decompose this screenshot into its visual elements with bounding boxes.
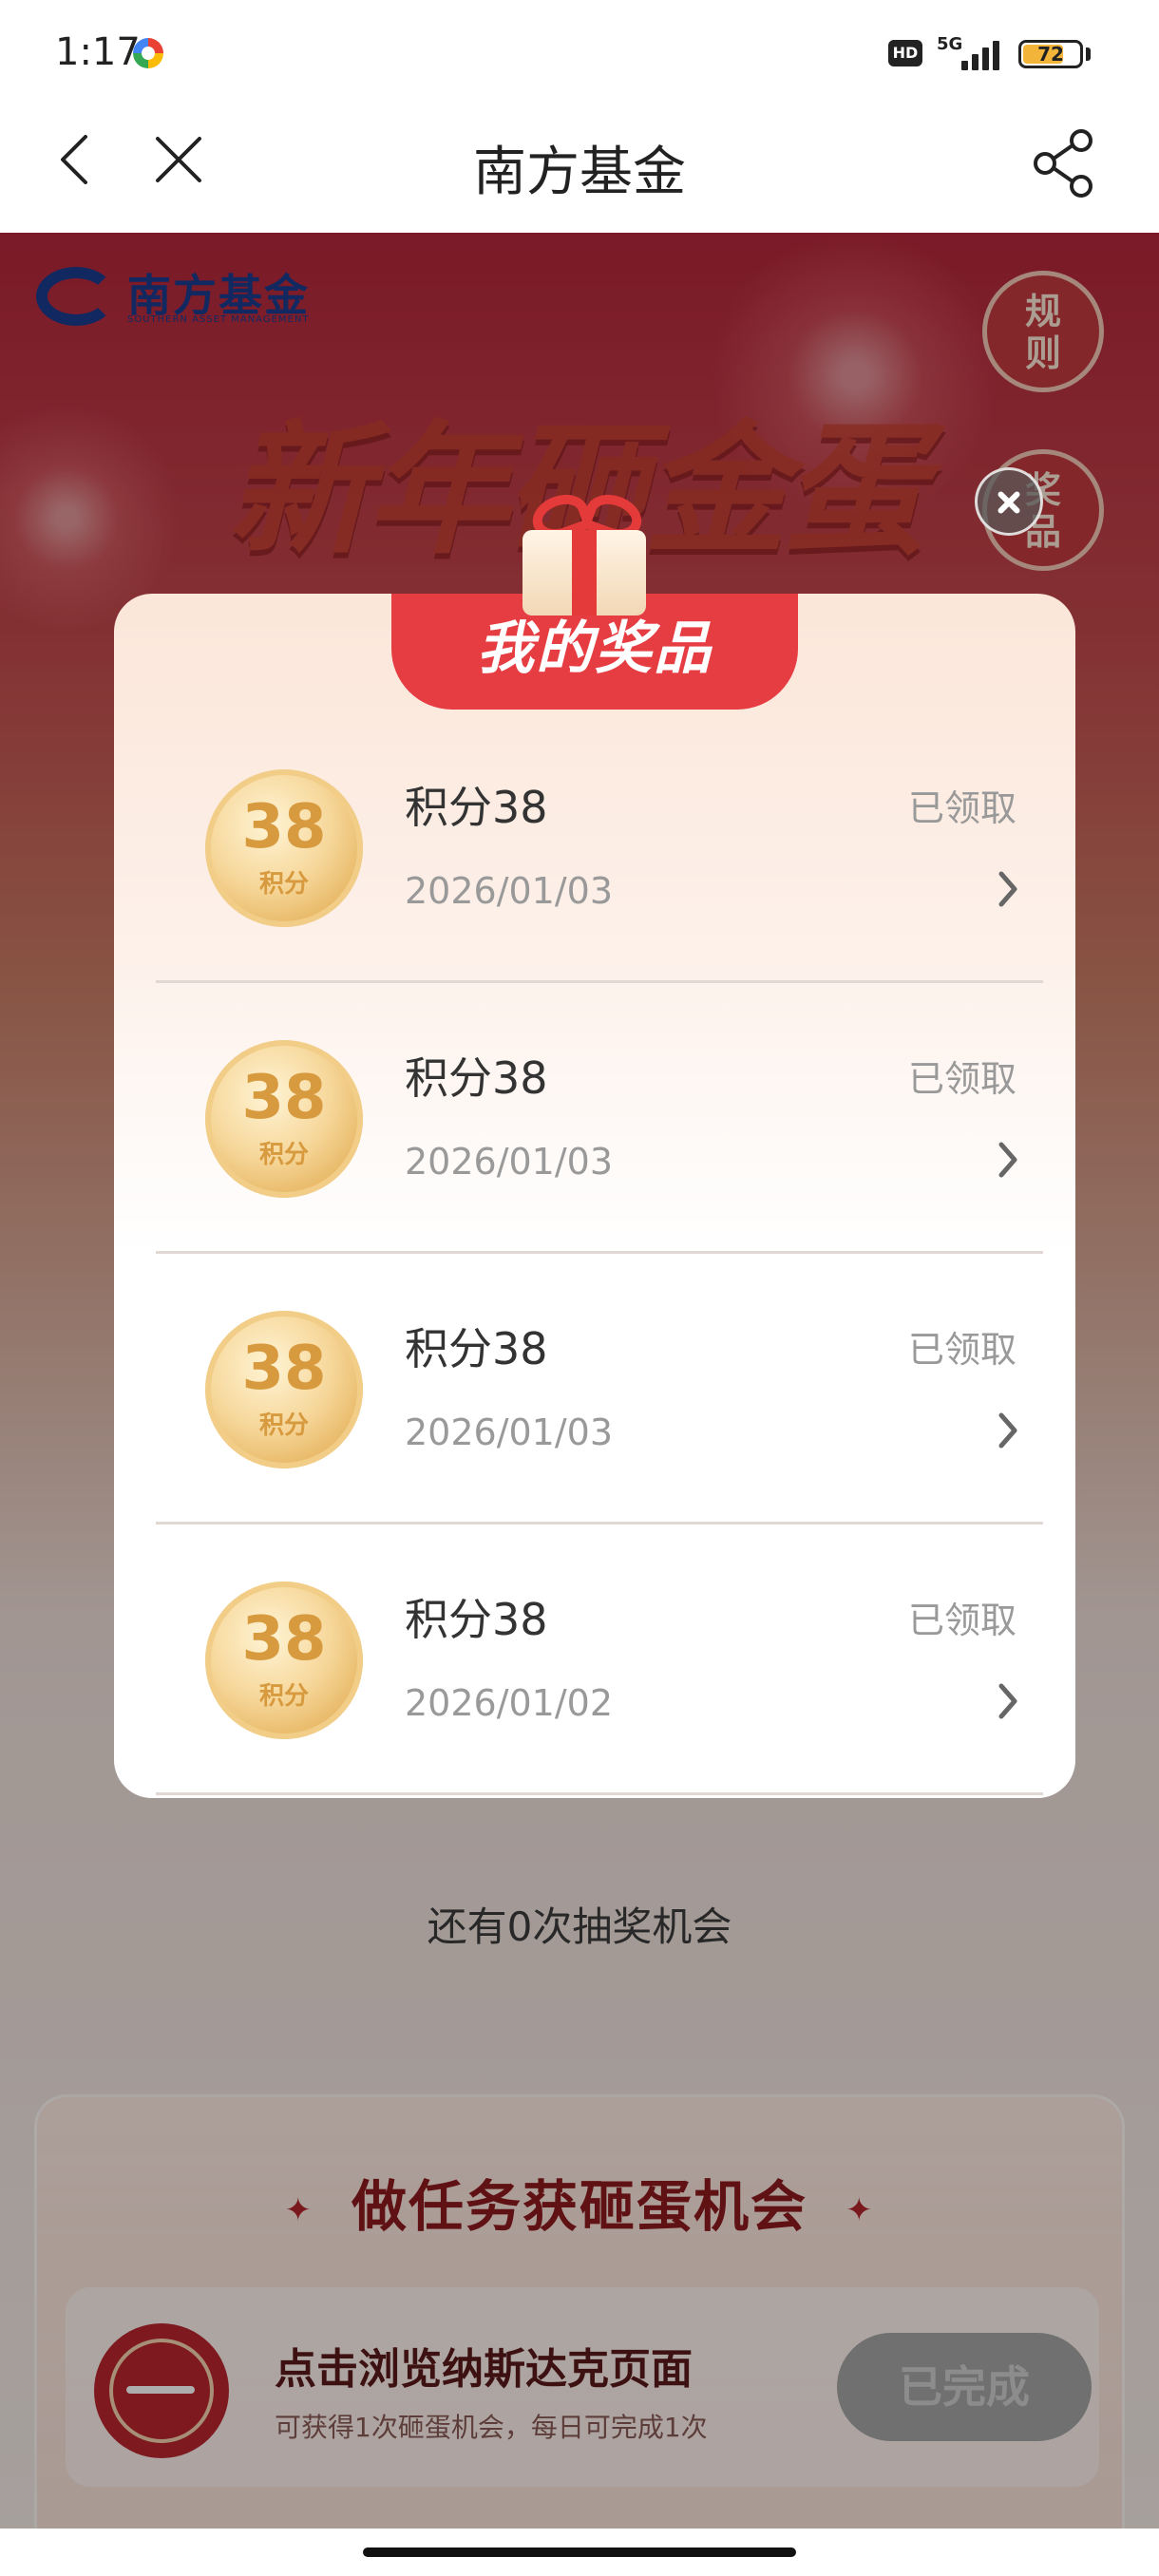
points-coin-icon: 38 积分 [205, 1582, 363, 1739]
prize-status: 已领取 [908, 787, 1017, 829]
chevron-right-icon[interactable] [990, 1673, 1028, 1730]
coin-value: 38 [241, 1063, 327, 1133]
coin-label: 积分 [258, 1682, 309, 1711]
prize-row[interactable]: 38 积分 积分38 已领取 2026/01/03 [156, 1254, 1043, 1525]
coin-label: 积分 [258, 1411, 309, 1440]
coin-value: 38 [241, 1604, 327, 1675]
coin-value: 38 [241, 1334, 327, 1404]
prize-date: 2026/01/03 [405, 1411, 614, 1453]
modal-close-button[interactable] [975, 467, 1043, 536]
chevron-right-icon[interactable] [990, 1131, 1028, 1188]
prize-row[interactable]: 38 积分 积分38 已领取 2026/01/02 [156, 1525, 1043, 1795]
home-indicator[interactable] [363, 2548, 796, 2557]
prize-name: 积分38 [405, 1594, 548, 1645]
page-title: 南方基金 [473, 142, 686, 203]
nav-bar: 南方基金 [0, 104, 1159, 233]
prize-status: 已领取 [908, 1058, 1017, 1100]
coin-label: 积分 [258, 1141, 309, 1169]
gift-box-icon [494, 483, 665, 616]
prize-date: 2026/01/02 [405, 1682, 614, 1724]
chevron-right-icon[interactable] [990, 861, 1028, 918]
points-coin-icon: 38 积分 [205, 1040, 363, 1198]
prize-row[interactable]: 38 积分 积分38 已领取 2026/01/03 [156, 983, 1043, 1254]
coin-label: 积分 [258, 870, 309, 899]
prize-date: 2026/01/03 [405, 870, 614, 912]
points-coin-icon: 38 积分 [205, 769, 363, 927]
battery-level: 72 [1037, 43, 1064, 66]
prize-status: 已领取 [908, 1329, 1017, 1371]
prize-row[interactable]: 38 积分 积分38 已领取 2026/01/03 [156, 712, 1043, 983]
prize-name: 积分38 [405, 1323, 548, 1374]
prize-name: 积分38 [405, 782, 548, 833]
my-prizes-modal: 我的奖品 38 积分 积分38 已领取 2026/01/03 38 积分 积分3… [114, 594, 1075, 1798]
points-coin-icon: 38 积分 [205, 1311, 363, 1468]
share-icon[interactable] [1032, 127, 1098, 199]
coin-value: 38 [241, 792, 327, 862]
hd-icon: HD [888, 40, 922, 66]
app-notification-icon [133, 38, 163, 68]
prize-date: 2026/01/03 [405, 1141, 614, 1183]
status-bar: 1:17 HD 5G 72 [0, 0, 1159, 104]
battery-icon: 72 [1018, 40, 1083, 68]
prize-status: 已领取 [908, 1600, 1017, 1641]
chevron-right-icon[interactable] [990, 1402, 1028, 1459]
prize-name: 积分38 [405, 1052, 548, 1104]
status-time: 1:17 [55, 30, 141, 74]
signal-icon [960, 36, 1007, 70]
